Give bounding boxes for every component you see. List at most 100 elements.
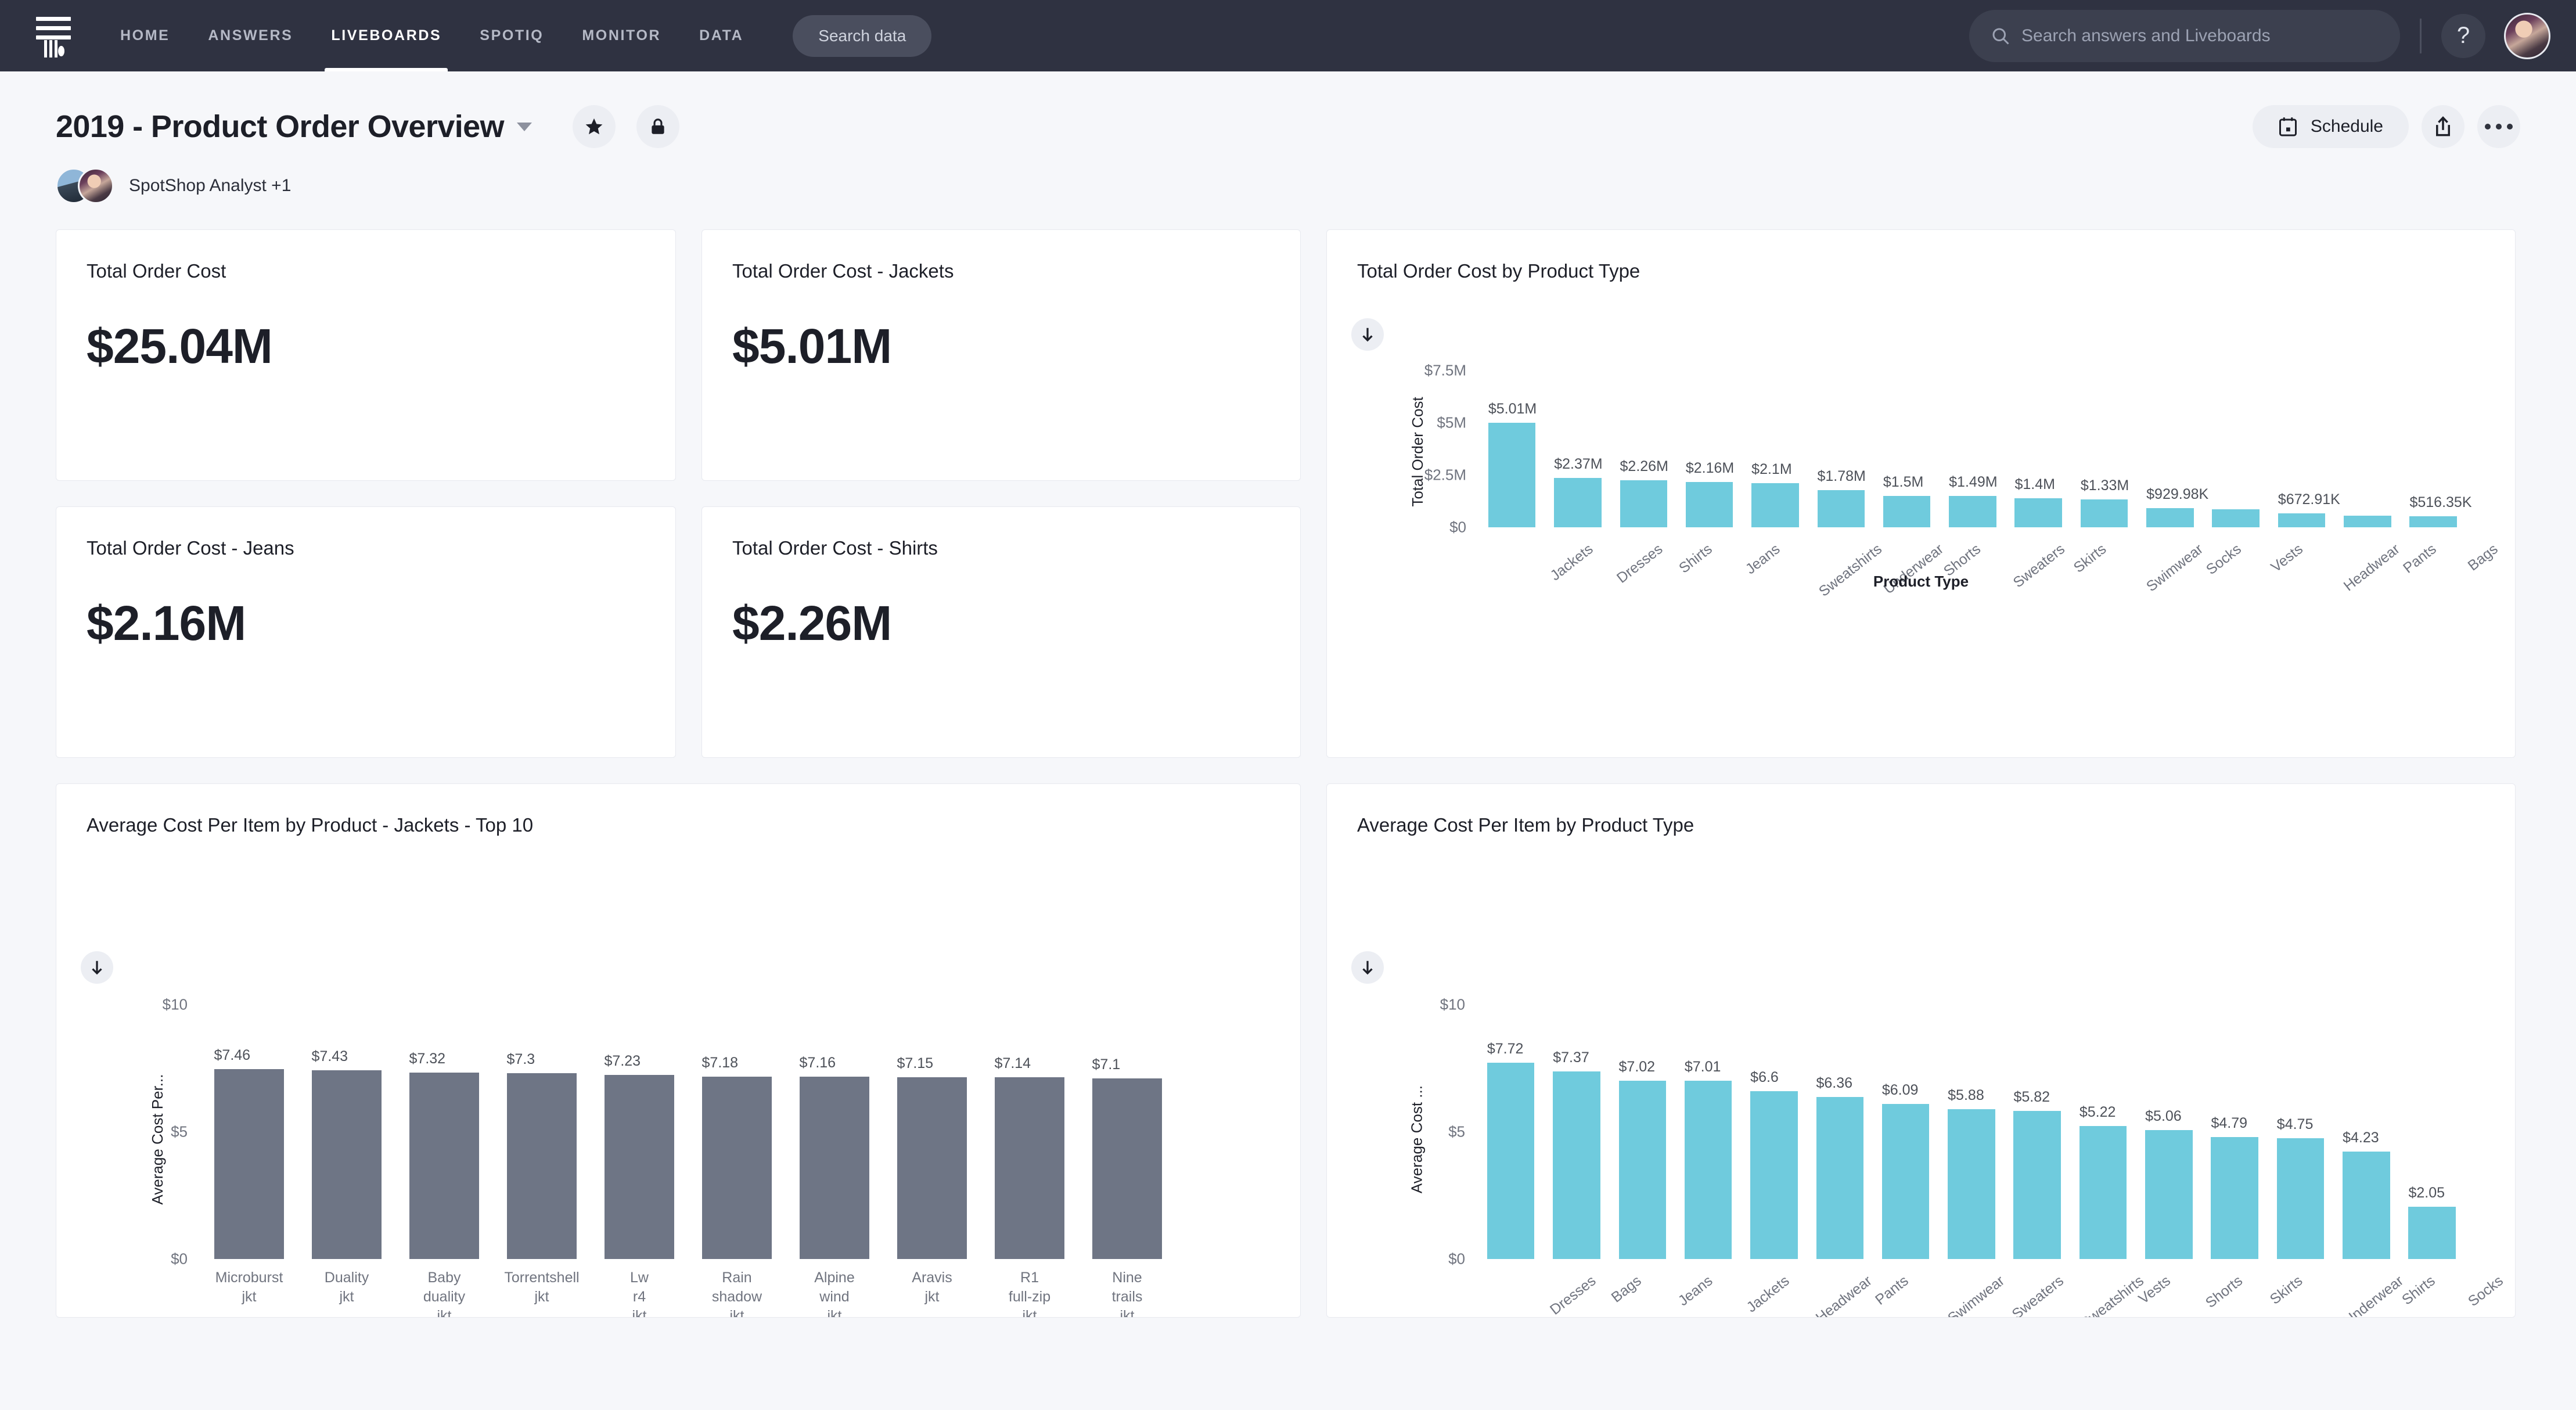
bar[interactable]: $2.05 xyxy=(2399,1185,2465,1259)
kpi-title: Total Order Cost - Shirts xyxy=(732,537,938,559)
bar[interactable]: $7.02 xyxy=(1610,1059,1675,1259)
bar[interactable]: $7.16 xyxy=(786,1055,883,1259)
bar[interactable] xyxy=(2203,509,2269,527)
bar[interactable]: $5.22 xyxy=(2070,1104,2136,1259)
global-search-input[interactable]: Search answers and Liveboards xyxy=(1969,9,2400,62)
y-axis-ticks: $0 $2.5M $5M $7.5M xyxy=(1379,295,1466,757)
bar[interactable]: $7.32 xyxy=(395,1051,493,1259)
bar-value-label: $5.01M xyxy=(1488,400,1537,417)
header-actions: Schedule xyxy=(2252,105,2520,148)
help-icon[interactable]: ? xyxy=(2441,13,2485,58)
bar[interactable]: $7.14 xyxy=(981,1055,1078,1259)
nav-item-data[interactable]: DATA xyxy=(680,0,762,71)
schedule-button[interactable]: Schedule xyxy=(2252,105,2409,148)
bar[interactable]: $1.5M xyxy=(1874,474,1940,527)
kpi-title: Total Order Cost xyxy=(87,260,226,282)
bar-rect: $2.26M xyxy=(1620,458,1668,527)
nav-item-answers[interactable]: ANSWERS xyxy=(189,0,312,71)
bar[interactable]: $7.72 xyxy=(1478,1041,1544,1259)
bar-value-label: $4.23 xyxy=(2343,1129,2379,1146)
bar[interactable] xyxy=(2334,515,2400,527)
chart-card-avg-cost-per-item-jackets[interactable]: Average Cost Per Item by Product - Jacke… xyxy=(56,783,1301,1318)
bar-value-label: $516.35K xyxy=(2409,494,2472,511)
chart-card-total-order-cost-by-product-type[interactable]: Total Order Cost by Product Type Total O… xyxy=(1326,229,2516,758)
bar[interactable]: $7.23 xyxy=(591,1053,688,1259)
top-navigation-bar: HOME ANSWERS LIVEBOARDS SPOTIQ MONITOR D… xyxy=(0,0,2576,71)
chevron-down-icon[interactable] xyxy=(516,122,532,131)
chart-title: Average Cost Per Item by Product - Jacke… xyxy=(87,814,534,836)
nav-right-cluster: Search answers and Liveboards ? xyxy=(1969,0,2550,71)
bar[interactable]: $5.06 xyxy=(2136,1108,2201,1259)
x-axis-label: Headwear xyxy=(1812,1272,1875,1318)
bar-value-label: $4.79 xyxy=(2211,1115,2248,1132)
kpi-value: $2.26M xyxy=(732,596,892,650)
bar[interactable]: $2.26M xyxy=(1611,458,1676,527)
x-axis-label: Jeans xyxy=(1675,1272,1716,1310)
bar[interactable]: $5.88 xyxy=(1938,1087,2004,1259)
bar-rect: $7.1 xyxy=(1092,1056,1163,1259)
search-data-button[interactable]: Search data xyxy=(793,15,932,57)
x-axis-label: Microburst jkt xyxy=(215,1269,283,1305)
bar[interactable]: $5.01M xyxy=(1479,401,1545,527)
share-icon xyxy=(2436,116,2450,136)
bar[interactable]: $5.82 xyxy=(2005,1089,2070,1259)
bar[interactable]: $2.1M xyxy=(1742,461,1808,527)
bar[interactable]: $1.49M xyxy=(1940,474,2005,527)
bar[interactable]: $1.33M xyxy=(2071,477,2137,527)
kpi-card-total-order-cost-jackets[interactable]: Total Order Cost - Jackets $5.01M xyxy=(701,229,1301,481)
kpi-value: $25.04M xyxy=(87,319,273,373)
bar[interactable]: $7.18 xyxy=(688,1055,786,1259)
bar-value-label: $1.33M xyxy=(2080,477,2129,494)
bar[interactable]: $7.3 xyxy=(493,1051,591,1259)
bar-value-label: $1.5M xyxy=(1883,474,1924,490)
share-button[interactable] xyxy=(2422,105,2465,148)
bar[interactable]: $4.79 xyxy=(2202,1115,2268,1259)
thoughtspot-logo-icon[interactable] xyxy=(36,15,71,57)
bar-rect: $5.88 xyxy=(1948,1087,1995,1259)
kpi-card-total-order-cost-jeans[interactable]: Total Order Cost - Jeans $2.16M xyxy=(56,506,676,758)
more-horizontal-icon xyxy=(2485,124,2513,130)
y-axis-tick: $10 xyxy=(162,995,188,1013)
bar-value-label: $7.18 xyxy=(701,1054,739,1071)
favorite-button[interactable] xyxy=(572,105,616,148)
bar[interactable]: $7.43 xyxy=(298,1048,395,1259)
y-axis-ticks: $0 $5 $10 xyxy=(100,849,188,1317)
bar[interactable]: $7.01 xyxy=(1675,1059,1741,1259)
bar-rect: $7.43 xyxy=(311,1048,382,1259)
bar-rect: $7.23 xyxy=(604,1053,675,1259)
nav-item-spotiq[interactable]: SPOTIQ xyxy=(460,0,563,71)
bar[interactable]: $1.4M xyxy=(2006,476,2071,527)
privacy-button[interactable] xyxy=(636,105,679,148)
x-axis-title: Product Type xyxy=(1873,573,1969,590)
bar[interactable]: $516.35K xyxy=(2401,494,2472,527)
bar[interactable]: $6.09 xyxy=(1873,1082,1938,1259)
kpi-card-total-order-cost[interactable]: Total Order Cost $25.04M xyxy=(56,229,676,481)
user-avatar[interactable] xyxy=(2504,12,2550,59)
bar[interactable]: $7.37 xyxy=(1544,1049,1609,1259)
x-axis-labels: Dresses Bags Jeans Jackets Headwear Pants Swim… xyxy=(1478,1269,2507,1317)
bar-rect: $929.98K xyxy=(2146,486,2208,527)
bar[interactable]: $4.75 xyxy=(2268,1116,2333,1259)
bar[interactable]: $6.36 xyxy=(1807,1075,1873,1259)
kpi-card-total-order-cost-shirts[interactable]: Total Order Cost - Shirts $2.26M xyxy=(701,506,1301,758)
bar[interactable]: $2.16M xyxy=(1676,460,1742,527)
bar[interactable]: $929.98K xyxy=(2137,486,2208,527)
nav-item-liveboards[interactable]: LIVEBOARDS xyxy=(312,0,460,71)
chart-card-avg-cost-per-item-by-product-type[interactable]: Average Cost Per Item by Product Type Av… xyxy=(1326,783,2516,1318)
plot-area: $7.72 $7.37 $7.02 $7.01 $6.6 $6.36 $6.09 $5.88 $… xyxy=(1478,1005,2465,1259)
bar[interactable]: $1.78M xyxy=(1808,468,1874,527)
bar[interactable]: $7.15 xyxy=(883,1055,981,1259)
bar[interactable]: $7.46 xyxy=(200,1047,298,1259)
bar[interactable]: $2.37M xyxy=(1545,456,1610,527)
y-axis-tick: $0 xyxy=(1449,518,1466,536)
bar-rect: $7.32 xyxy=(409,1051,480,1259)
bar[interactable]: $7.1 xyxy=(1078,1056,1176,1259)
x-axis-label: Rain shadow jkt xyxy=(711,1269,762,1318)
nav-item-monitor[interactable]: MONITOR xyxy=(563,0,680,71)
x-axis-label: Torrentshell jkt xyxy=(504,1269,580,1305)
bar[interactable]: $4.23 xyxy=(2333,1130,2399,1259)
bar[interactable]: $672.91K xyxy=(2269,491,2340,527)
bar[interactable]: $6.6 xyxy=(1741,1069,1807,1259)
nav-item-home[interactable]: HOME xyxy=(101,0,189,71)
more-options-button[interactable] xyxy=(2477,105,2520,148)
